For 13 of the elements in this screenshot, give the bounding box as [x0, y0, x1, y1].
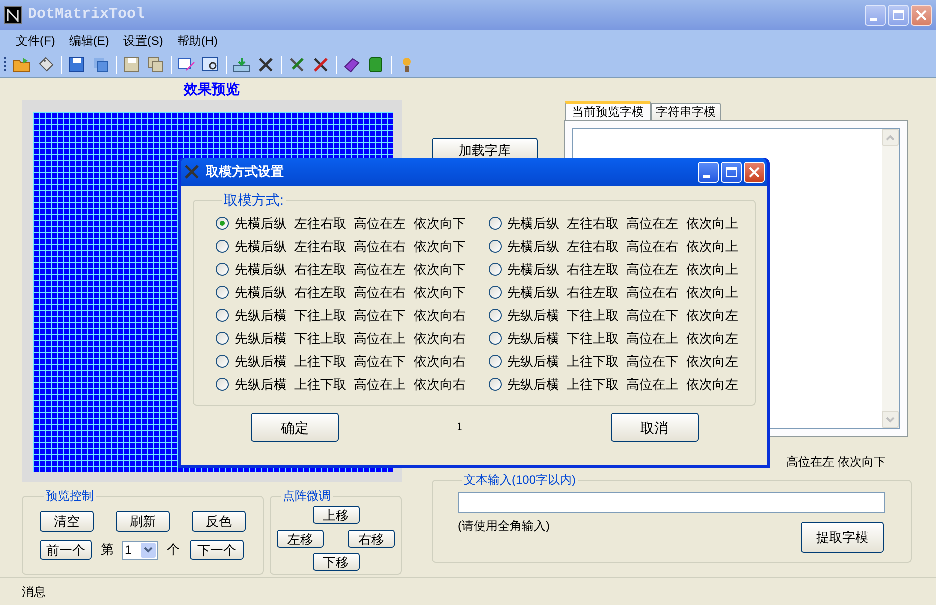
counter-text: 1 — [457, 420, 462, 436]
group-title: 预览控制 — [45, 488, 95, 505]
hint-text: (请使用全角输入) — [458, 518, 550, 535]
index-label: 个 — [167, 541, 180, 560]
window-title: DotMatrixTool — [28, 4, 146, 25]
status-text: 消息 — [22, 584, 46, 600]
group-title: 取模方式: — [223, 191, 285, 210]
mode-summary-text: 高位在左 依次向下 — [786, 454, 886, 469]
dialog-title: 取模方式设置 — [206, 163, 285, 182]
group-title: 文本输入(100字以内) — [463, 472, 578, 489]
group-title: 点阵微调 — [282, 488, 332, 505]
preview-title: 效果预览 — [184, 80, 240, 98]
index-label: 第 — [101, 541, 114, 560]
